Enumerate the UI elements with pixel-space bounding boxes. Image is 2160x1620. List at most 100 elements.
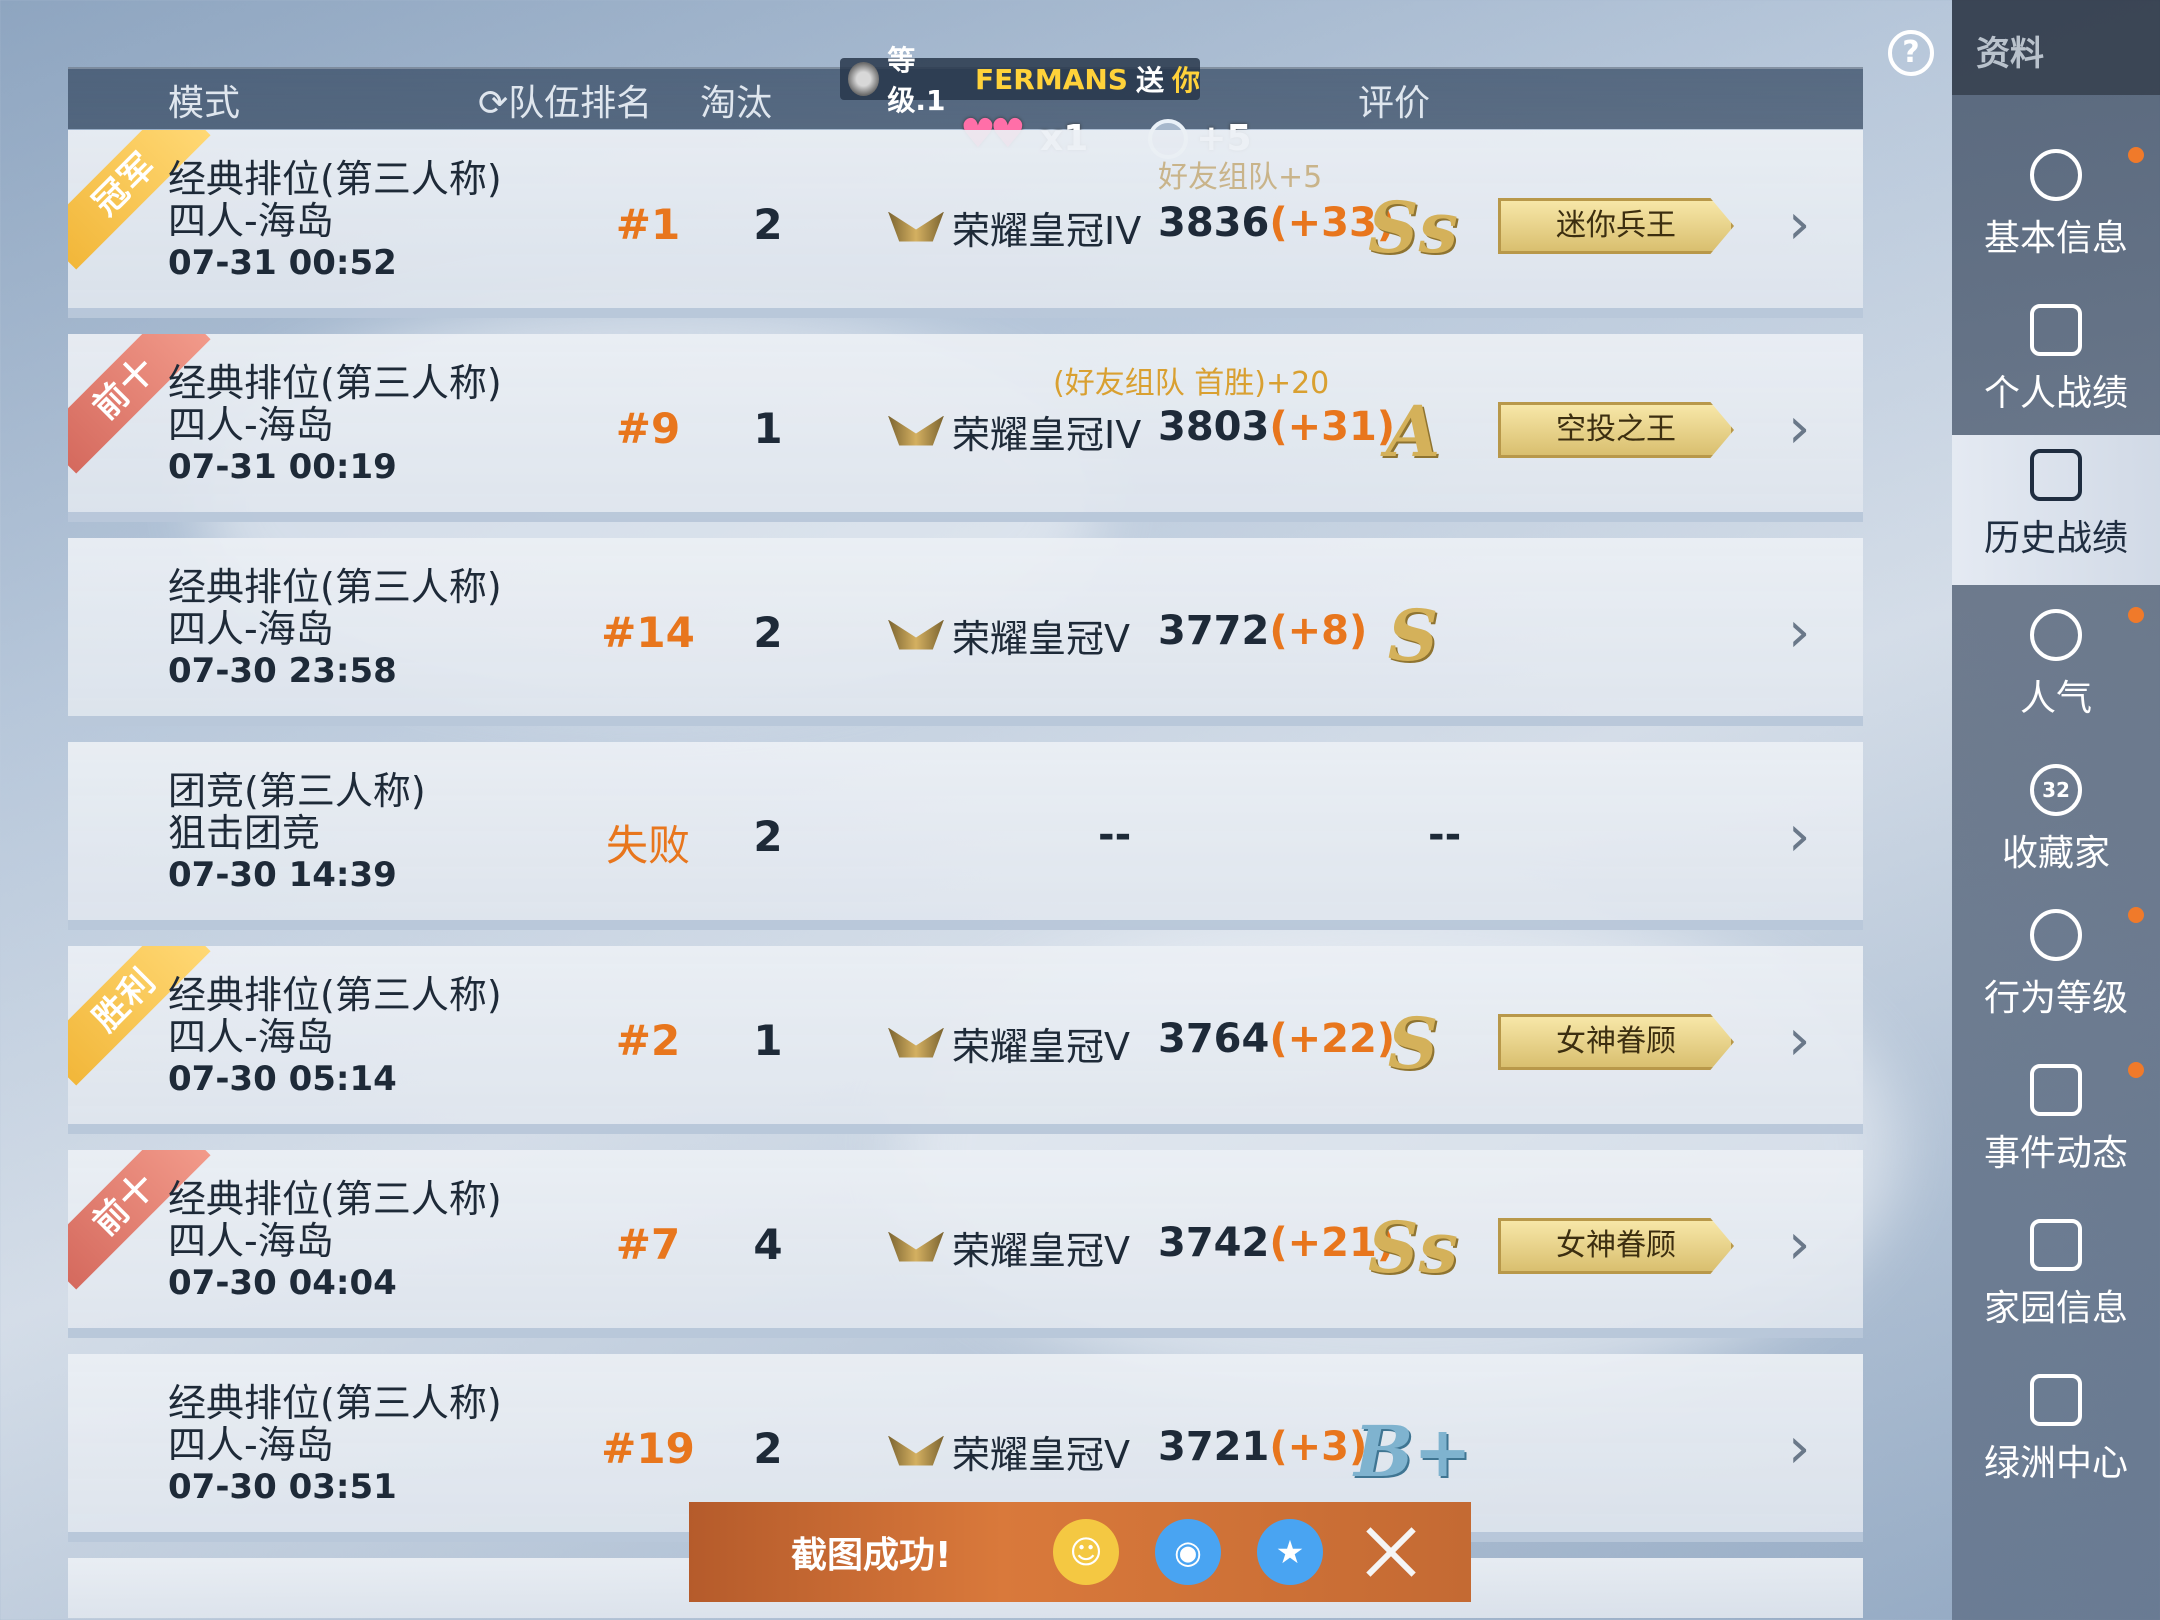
chevron-right-icon[interactable]: ›	[1788, 1217, 1828, 1273]
tier: 荣耀皇冠V	[888, 1220, 1130, 1275]
sidebar-item-label: 基本信息	[1983, 218, 2128, 259]
tier-name: 荣耀皇冠V	[952, 1433, 1130, 1477]
stats-doc-icon	[2030, 304, 2082, 356]
sidebar-item-popularity[interactable]: 人气	[1952, 595, 2160, 745]
friends-icon: ☺	[1069, 1533, 1103, 1571]
grade-placeholder: --	[1428, 812, 1462, 858]
sidebar-item-behavior-level[interactable]: 行为等级	[1952, 895, 2160, 1045]
crown-tier-icon	[888, 1430, 948, 1474]
notification-dot	[2128, 1062, 2144, 1078]
team-rank: #9	[615, 404, 681, 453]
team-rank: #2	[615, 1016, 681, 1065]
match-row[interactable]: 团竞(第三人称) 狙击团竞 07-30 14:39 失败 2 -- -- ›	[68, 742, 1863, 930]
history-doc-icon	[2030, 449, 2082, 501]
team-rank: #7	[615, 1220, 681, 1269]
match-time: 07-31 00:19	[168, 447, 397, 487]
qzone-star-icon: ★	[1275, 1533, 1305, 1571]
sidebar-item-events[interactable]: 事件动态	[1952, 1050, 2160, 1200]
match-row[interactable]: 前十 经典排位(第三人称) 四人-海岛 07-30 04:04 #7 4 荣耀皇…	[68, 1150, 1863, 1338]
score-placeholder: --	[1098, 812, 1132, 858]
tier-name: 荣耀皇冠V	[952, 617, 1130, 661]
score-value: 3803	[1158, 404, 1270, 450]
mode-name: 经典排位(第三人称)	[168, 361, 502, 405]
sidebar-item-home-info[interactable]: 家园信息	[1952, 1205, 2160, 1355]
score-bonus: (好友组队 首胜)+20	[1053, 366, 1330, 401]
sidebar-item-collector[interactable]: 32 收藏家	[1952, 750, 2160, 900]
title-badge[interactable]: 迷你兵王	[1498, 198, 1734, 254]
help-icon[interactable]: ?	[1888, 30, 1934, 76]
chevron-right-icon[interactable]: ›	[1788, 605, 1828, 661]
profile-icon	[2030, 149, 2082, 201]
sidebar-item-oasis-center[interactable]: 绿洲中心	[1952, 1360, 2160, 1510]
match-mode: 经典排位(第三人称) 四人-海岛 07-30 03:51	[168, 1382, 502, 1508]
rating-grade: B+	[1354, 1410, 1472, 1493]
sidebar-item-label: 行为等级	[1983, 978, 2128, 1019]
notification-dot	[2128, 907, 2144, 923]
chevron-right-icon[interactable]: ›	[1788, 1421, 1828, 1477]
match-time: 07-30 04:04	[168, 1263, 397, 1303]
crown-tier-icon	[888, 410, 948, 454]
home-icon	[2030, 1219, 2082, 1271]
match-time: 07-30 03:51	[168, 1467, 397, 1507]
toast-close-icon[interactable]	[1363, 1524, 1419, 1580]
notification-dot	[2128, 147, 2144, 163]
sidebar-item-label: 绿洲中心	[1983, 1443, 2128, 1484]
sidebar-item-history[interactable]: 历史战绩	[1952, 435, 2160, 585]
refresh-icon: ⟳	[478, 83, 509, 124]
mode-name: 团竞(第三人称)	[168, 769, 426, 813]
match-row[interactable]: 胜利 经典排位(第三人称) 四人-海岛 07-30 05:14 #2 1 荣耀皇…	[68, 946, 1863, 1134]
title-badge[interactable]: 空投之王	[1498, 402, 1734, 458]
match-mode: 团竞(第三人称) 狙击团竞 07-30 14:39	[168, 770, 426, 896]
match-mode: 经典排位(第三人称) 四人-海岛 07-30 05:14	[168, 974, 502, 1100]
mode-map: 四人-海岛	[168, 403, 334, 447]
rating-grade: Ss	[1368, 1206, 1458, 1289]
score-bonus: 好友组队+5	[1158, 160, 1323, 195]
chevron-right-icon[interactable]: ›	[1788, 197, 1828, 253]
kill-count: 2	[753, 1424, 783, 1473]
kill-count: 2	[753, 608, 783, 657]
title-badge[interactable]: 女神眷顾	[1498, 1218, 1734, 1274]
score-value: 3764	[1158, 1016, 1270, 1062]
share-friends-button[interactable]: ☺	[1053, 1519, 1119, 1585]
match-row[interactable]: 前十 经典排位(第三人称) 四人-海岛 07-31 00:19 #9 1 (好友…	[68, 334, 1863, 522]
team-rank: 失败	[605, 821, 690, 870]
screenshot-toast: 截图成功! ☺ ◉ ★	[689, 1502, 1471, 1602]
team-rank: #19	[601, 1424, 695, 1473]
match-time: 07-30 05:14	[168, 1059, 397, 1099]
chevron-right-icon[interactable]: ›	[1788, 1013, 1828, 1069]
gift-level: 等级.1	[887, 44, 946, 117]
mode-map: 四人-海岛	[168, 1015, 334, 1059]
match-row[interactable]: 经典排位(第三人称) 四人-海岛 07-30 23:58 #14 2 荣耀皇冠V…	[68, 538, 1863, 726]
team-rank: #1	[615, 200, 681, 249]
mode-map: 四人-海岛	[168, 1423, 334, 1467]
match-time: 07-31 00:52	[168, 243, 397, 283]
title-badge[interactable]: 女神眷顾	[1498, 1014, 1734, 1070]
tier: 荣耀皇冠V	[888, 1016, 1130, 1071]
rating-grade: S	[1387, 594, 1439, 677]
sidebar-item-personal-stats[interactable]: 个人战绩	[1952, 290, 2160, 440]
score-value: 3742	[1158, 1220, 1270, 1266]
kill-count: 4	[753, 1220, 783, 1269]
qq-icon: ◉	[1174, 1533, 1202, 1571]
gift-sender: FERMANS	[975, 62, 1128, 96]
profile-tab-label: 资料	[1976, 34, 2044, 74]
team-rank: #14	[601, 608, 695, 657]
share-qzone-button[interactable]: ★	[1257, 1519, 1323, 1585]
match-mode: 经典排位(第三人称) 四人-海岛 07-31 00:19	[168, 362, 502, 488]
level-logo-icon	[848, 62, 880, 96]
sidebar-item-label: 事件动态	[1983, 1133, 2128, 1174]
match-mode: 经典排位(第三人称) 四人-海岛 07-30 04:04	[168, 1178, 502, 1304]
notepad-icon	[2030, 1064, 2082, 1116]
match-row[interactable]: 冠军 经典排位(第三人称) 四人-海岛 07-31 00:52 #1 2 好友组…	[68, 130, 1863, 318]
kill-count: 1	[753, 1016, 783, 1065]
crown-tier-icon	[888, 206, 948, 250]
chevron-right-icon[interactable]: ›	[1788, 401, 1828, 457]
mode-name: 经典排位(第三人称)	[168, 1177, 502, 1221]
crown-tier-icon	[888, 614, 948, 658]
chevron-right-icon[interactable]: ›	[1788, 809, 1828, 865]
share-qq-button[interactable]: ◉	[1155, 1519, 1221, 1585]
rating-grade: A	[1385, 390, 1441, 473]
sidebar-item-basic-info[interactable]: 基本信息	[1952, 135, 2160, 285]
gift-notification: 等级.1 FERMANS 送 你	[840, 44, 1200, 117]
match-time: 07-30 23:58	[168, 651, 397, 691]
